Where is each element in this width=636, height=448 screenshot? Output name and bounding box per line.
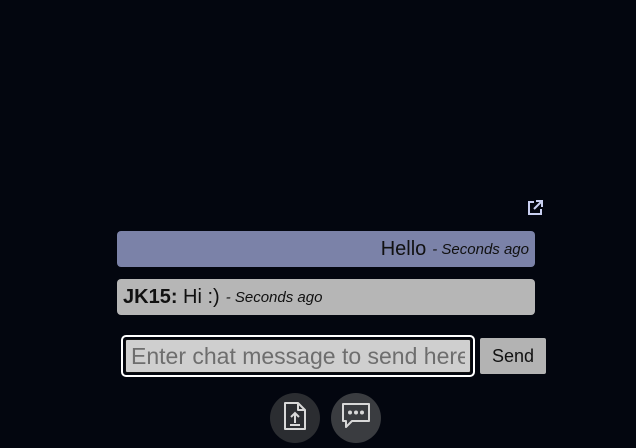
chat-message-input[interactable] <box>125 339 471 373</box>
message-text: Hello <box>380 237 427 260</box>
chat-toggle-button[interactable] <box>331 393 381 443</box>
message-author: JK15: <box>123 285 178 308</box>
message-timestamp: - Seconds ago <box>432 240 529 258</box>
chat-panel: Hello - Seconds ago JK15: Hi :) - Second… <box>0 0 636 448</box>
send-button[interactable]: Send <box>480 338 546 374</box>
chat-message-self: Hello - Seconds ago <box>117 231 535 267</box>
chat-input-wrapper <box>121 335 475 377</box>
external-link-icon[interactable] <box>526 199 544 217</box>
message-text: Hi :) <box>177 285 220 308</box>
chat-bubble-icon <box>340 402 372 435</box>
message-timestamp: - Seconds ago <box>225 288 323 306</box>
file-upload-icon <box>282 401 308 436</box>
file-upload-button[interactable] <box>270 393 320 443</box>
chat-message-other: JK15: Hi :) - Seconds ago <box>117 279 535 315</box>
